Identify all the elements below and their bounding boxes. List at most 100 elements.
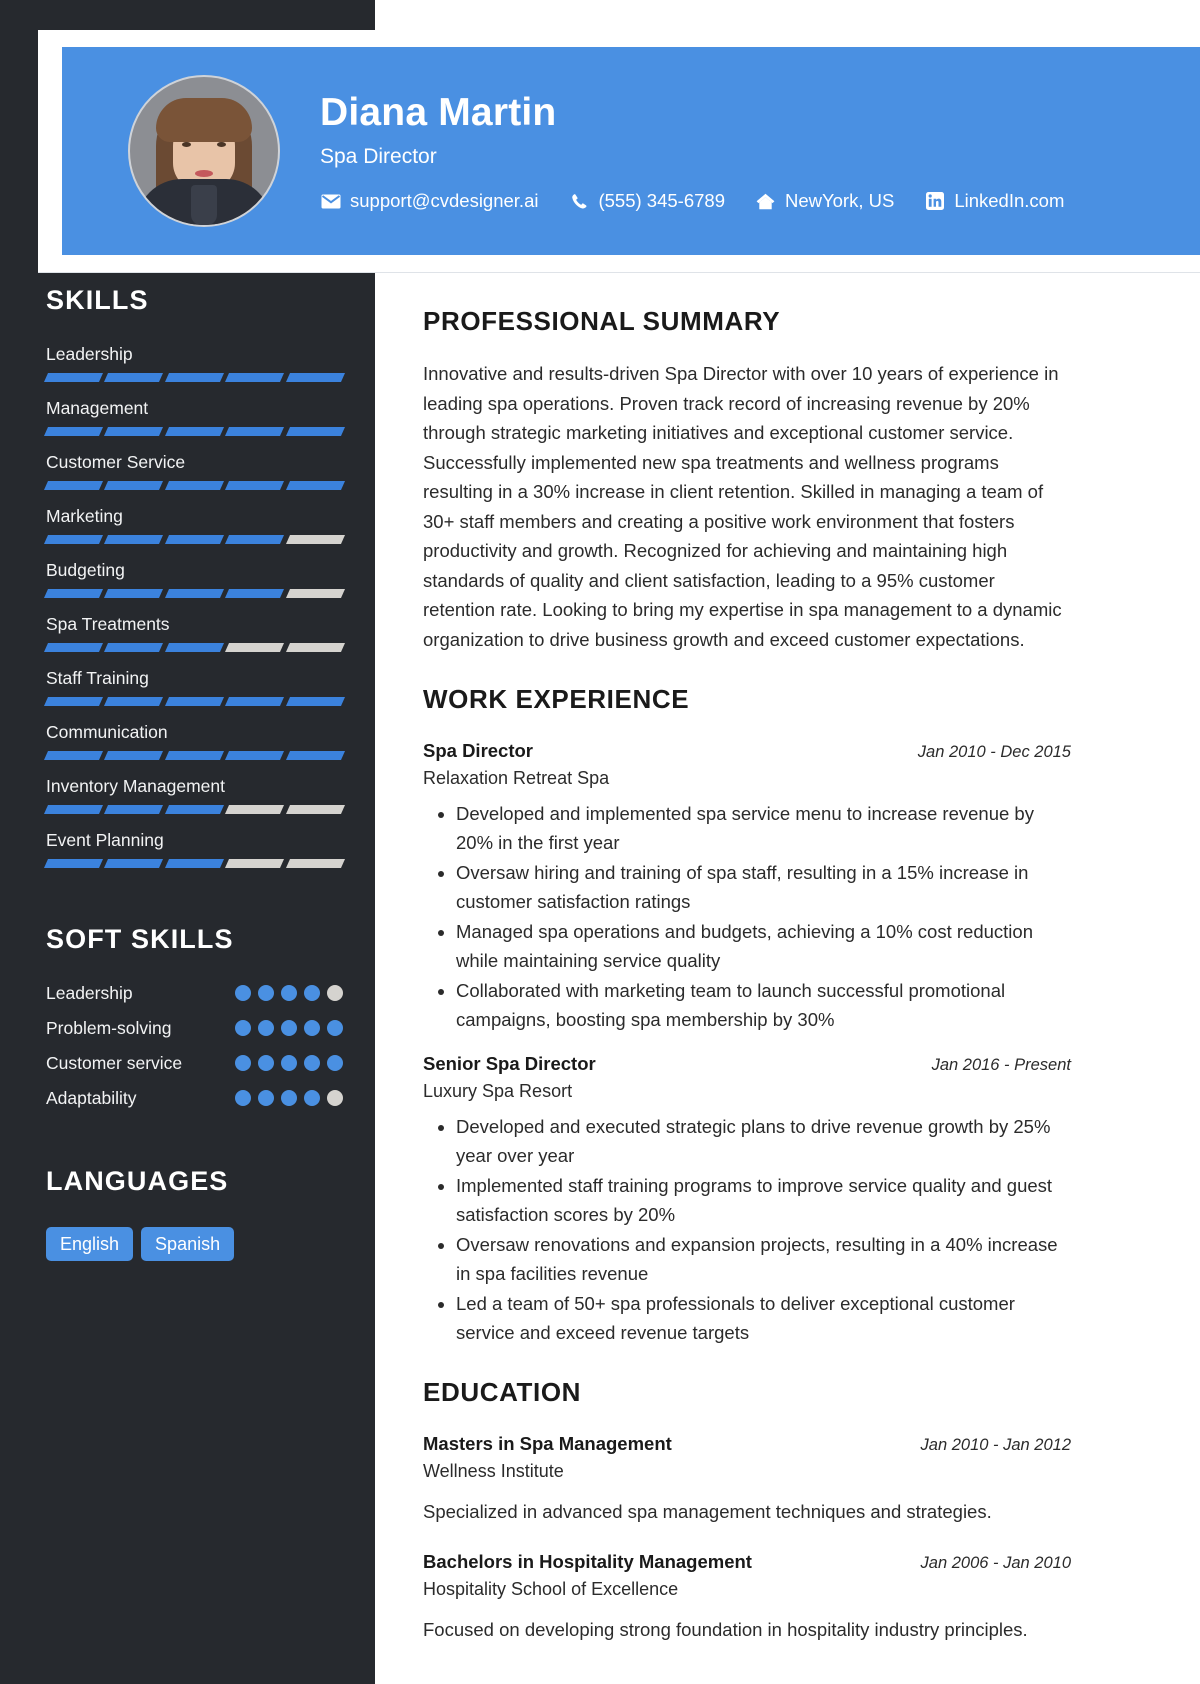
language-chip[interactable]: English	[46, 1227, 134, 1261]
skill-segment	[164, 697, 225, 706]
skill-name: Staff Training	[46, 668, 149, 688]
summary-heading: PROFESSIONAL SUMMARY	[423, 306, 781, 336]
skill-row: Spa Treatments	[43, 612, 346, 652]
contact-linkedin-text: LinkedIn.com	[954, 190, 1065, 211]
experience-company: Relaxation Retreat Spa	[423, 768, 610, 788]
work-experience-section: WORK EXPERIENCE Spa Director Jan 2010 - D…	[423, 684, 1071, 1347]
experience-bullet-list: Developed and implemented spa service me…	[423, 799, 1071, 1034]
skill-segment	[43, 535, 104, 544]
education-degree: Bachelors in Hospitality Management	[423, 1551, 752, 1572]
skill-segment	[43, 697, 104, 706]
soft-skill-row: Customer service	[46, 1051, 343, 1075]
experience-company: Luxury Spa Resort	[423, 1081, 573, 1101]
soft-skill-name: Problem-solving	[46, 1018, 172, 1038]
rating-dot	[281, 1055, 297, 1071]
skill-segment	[104, 805, 164, 814]
skill-row: Event Planning	[43, 828, 346, 868]
skill-segment	[164, 589, 225, 598]
skill-row: Customer Service	[43, 450, 346, 490]
envelope-icon	[320, 192, 342, 210]
education-date-range: Jan 2010 - Jan 2012	[920, 1436, 1071, 1454]
education-entry: Bachelors in Hospitality Management Jan 2…	[423, 1548, 1071, 1644]
soft-skill-row: Adaptability	[46, 1086, 343, 1110]
experience-entry-header: Senior Spa Director Jan 2016 - Present	[423, 1050, 1071, 1077]
skill-segment	[285, 481, 346, 490]
contact-linkedin[interactable]: LinkedIn.com	[924, 190, 1064, 212]
contact-location-text: NewYork, US	[784, 190, 895, 211]
rating-dot	[304, 1020, 320, 1036]
education-entry-header: Bachelors in Hospitality Management Jan 2…	[423, 1548, 1071, 1575]
experience-date-range: Jan 2016 - Present	[931, 1056, 1071, 1074]
skill-segment	[285, 427, 346, 436]
avatar-shoulders	[136, 179, 272, 225]
professional-summary-section: PROFESSIONAL SUMMARY Innovative and resu…	[423, 306, 1071, 654]
contact-email[interactable]: support@cvdesigner.ai	[320, 190, 538, 212]
skill-segment	[285, 373, 346, 382]
skill-segment	[225, 697, 285, 706]
skill-segment	[285, 751, 346, 760]
skill-row: Inventory Management	[43, 774, 346, 814]
languages-section: LANGUAGES English Spanish	[46, 1166, 343, 1261]
avatar	[128, 75, 280, 227]
education-entry: Masters in Spa Management Jan 2010 - Jan …	[423, 1430, 1071, 1526]
skill-segment	[225, 427, 285, 436]
education-date-range: Jan 2006 - Jan 2010	[920, 1554, 1071, 1572]
rating-dot	[235, 1090, 251, 1106]
skill-segment	[43, 805, 104, 814]
contact-phone[interactable]: (555) 345-6789	[568, 190, 725, 212]
skill-segment	[43, 589, 104, 598]
skill-level-bar	[43, 643, 346, 652]
skill-segment	[104, 697, 164, 706]
skill-name: Management	[46, 398, 149, 418]
soft-skills-section: SOFT SKILLS Leadership Problem-solving Cus…	[46, 924, 343, 1110]
skill-level-bar	[43, 805, 346, 814]
list-item: Collaborated with marketing team to laun…	[456, 976, 1071, 1034]
rating-dot	[304, 1090, 320, 1106]
rating-dot	[281, 985, 297, 1001]
skill-segment	[104, 373, 164, 382]
skill-segment	[285, 859, 346, 868]
skill-segment	[164, 481, 225, 490]
experience-entry: Spa Director Jan 2010 - Dec 2015 Relaxatio…	[423, 737, 1071, 1034]
skill-segment	[104, 427, 164, 436]
soft-skill-row: Leadership	[46, 981, 343, 1005]
experience-job-title: Spa Director	[423, 740, 534, 761]
rating-dot	[258, 985, 274, 1001]
education-school: Wellness Institute	[423, 1461, 564, 1481]
skill-segment	[104, 643, 164, 652]
experience-date-range: Jan 2010 - Dec 2015	[917, 743, 1071, 761]
rating-dot	[327, 1090, 343, 1106]
rating-dot	[258, 1090, 274, 1106]
page-title: Diana Martin	[320, 91, 557, 134]
skill-name: Communication	[46, 722, 168, 742]
soft-skill-row: Problem-solving	[46, 1016, 343, 1040]
skill-row: Management	[43, 396, 346, 436]
sidebar: SKILLS Leadership Management Customer Serv…	[0, 285, 375, 1261]
soft-skill-dots	[235, 1090, 343, 1106]
skill-segment	[43, 481, 104, 490]
list-item: Implemented staff training programs to i…	[456, 1171, 1071, 1229]
education-list: Masters in Spa Management Jan 2010 - Jan …	[423, 1430, 1071, 1644]
skill-row: Budgeting	[43, 558, 346, 598]
skill-segment	[164, 805, 225, 814]
skill-level-bar	[43, 373, 346, 382]
skill-name: Marketing	[46, 506, 123, 526]
education-degree: Masters in Spa Management	[423, 1433, 672, 1454]
rating-dot	[235, 1020, 251, 1036]
soft-skills-list: Leadership Problem-solving Customer servic…	[46, 981, 343, 1110]
education-school: Hospitality School of Excellence	[423, 1579, 679, 1599]
skill-segment	[225, 535, 285, 544]
contact-location[interactable]: NewYork, US	[755, 190, 894, 212]
skill-row: Marketing	[43, 504, 346, 544]
language-chip[interactable]: Spanish	[141, 1227, 235, 1261]
skill-segment	[104, 589, 164, 598]
skill-segment	[164, 535, 225, 544]
skills-heading: SKILLS	[46, 285, 149, 315]
skill-segment	[104, 535, 164, 544]
contact-phone-text: (555) 345-6789	[598, 190, 725, 211]
contact-email-text: support@cvdesigner.ai	[350, 190, 539, 211]
skill-segment	[225, 805, 285, 814]
resume-page: Diana Martin Spa Director support@cvdesi…	[0, 0, 1200, 1684]
experience-entry: Senior Spa Director Jan 2016 - Present Lux…	[423, 1050, 1071, 1347]
skill-segment	[225, 373, 285, 382]
